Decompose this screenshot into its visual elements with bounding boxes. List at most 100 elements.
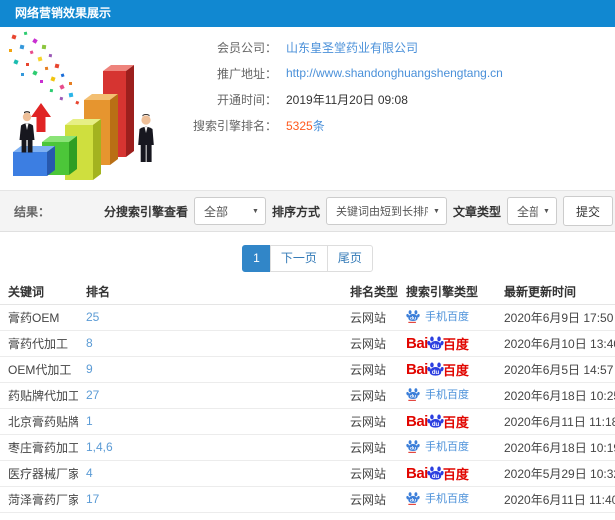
update-time-cell: 2020年6月18日 10:19 [496, 434, 615, 461]
engine-filter-label: 分搜索引擎查看 [103, 204, 188, 219]
app-header: 网络营销效果展示 [0, 0, 615, 27]
keyword-cell: OEM代加工 [0, 356, 78, 383]
engine-select[interactable]: 全部 ▼ [193, 197, 266, 225]
rank-type-cell: 云网站 [342, 486, 398, 513]
rank-link[interactable]: 27 [86, 388, 99, 402]
businessman-right [138, 113, 154, 162]
company-label: 会员公司： [216, 40, 277, 55]
results-table: 关键词 排名 排名类型 搜索引擎类型 最新更新时间 膏药OEM 25 云网站 d… [0, 279, 615, 513]
svg-text:du: du [410, 498, 416, 504]
growth-chart-illustration [0, 27, 185, 190]
baidu-paw-icon: du [427, 414, 444, 428]
article-type-label: 文章类型 [452, 204, 501, 219]
baidu-paw-icon: du [427, 362, 444, 376]
engine-type-cell: Bai du 百度 [398, 356, 496, 383]
promo-url-link[interactable]: http://www.shandonghuangshengtang.cn [286, 66, 503, 80]
header-rank: 排名 [78, 279, 342, 305]
engine-type-cell: du 手机百度 [398, 304, 496, 331]
svg-text:du: du [432, 370, 440, 376]
engine-type-cell: du 手机百度 [398, 486, 496, 513]
engine-type-cell: du 手机百度 [398, 434, 496, 461]
rank-link[interactable]: 9 [86, 362, 93, 376]
baidu-paw-icon: du [406, 440, 420, 453]
rank-type-cell: 云网站 [342, 304, 398, 331]
svg-text:du: du [432, 422, 440, 428]
mobile-baidu-label: 手机百度 [425, 311, 469, 323]
svg-text:du: du [410, 446, 416, 452]
open-time-label: 开通时间： [216, 92, 277, 107]
rank-link[interactable]: 4 [86, 466, 93, 480]
confetti-dots [9, 31, 80, 105]
rank-type-cell: 云网站 [342, 434, 398, 461]
rank-type-cell: 云网站 [342, 382, 398, 409]
chevron-down-icon: ▼ [543, 207, 550, 215]
rank-link[interactable]: 1 [86, 414, 93, 428]
rank-type-cell: 云网站 [342, 356, 398, 383]
keyword-cell: 医疗器械厂家 [0, 460, 78, 487]
update-time-cell: 2020年6月5日 14:57 [496, 356, 615, 383]
table-header-row: 关键词 排名 排名类型 搜索引擎类型 最新更新时间 [0, 279, 615, 305]
filter-controls: 分搜索引擎查看 全部 ▼ 排序方式 关键词由短到长排序 ▼ 文章类型 全部 ▼ … [103, 196, 613, 226]
info-row-open-time: 开通时间： 2019年11月20日 09:08 [185, 86, 615, 112]
baidu-paw-icon: du [406, 388, 420, 401]
engine-type-cell: Bai du 百度 [398, 460, 496, 487]
engine-type-cell: Bai du 百度 [398, 330, 496, 357]
table-row: 枣庄膏药加工 1,4,6 云网站 du 手机百度 2020年6月18日 10:1… [0, 434, 615, 461]
svg-text:du: du [432, 474, 440, 480]
page-button-next[interactable]: 下一页 [269, 245, 328, 272]
page-button-last[interactable]: 尾页 [326, 245, 373, 272]
baidu-logo: Bai du 百度 [406, 465, 469, 482]
sort-select[interactable]: 关键词由短到长排序 ▼ [325, 197, 447, 225]
mobile-baidu-badge: du 手机百度 [406, 386, 469, 402]
keyword-cell: 菏泽膏药厂家 [0, 486, 78, 513]
mobile-baidu-label: 手机百度 [425, 389, 469, 401]
info-row-company: 会员公司： 山东皇圣堂药业有限公司 [185, 34, 615, 60]
table-row: OEM代加工 9 云网站 Bai du 百度 2020年6月5日 14:57 [0, 356, 615, 383]
info-row-rank-count: 搜索引擎排名： 5325条 [185, 112, 615, 138]
update-time-cell: 2020年6月18日 10:25 [496, 382, 615, 409]
up-arrow-icon [31, 103, 51, 132]
baidu-logo: Bai du 百度 [406, 335, 469, 352]
growth-chart-image [9, 31, 154, 180]
keyword-cell: 药贴牌代加工 [0, 382, 78, 409]
table-row: 药贴牌代加工 27 云网站 du 手机百度 2020年6月18日 10:25 [0, 382, 615, 409]
header-rank-type: 排名类型 [342, 279, 398, 305]
chevron-down-icon: ▼ [252, 207, 259, 215]
rank-link[interactable]: 1,4,6 [86, 440, 113, 454]
table-row: 北京膏药贴牌 1 云网站 Bai du 百度 2020年6月11日 11:18 [0, 408, 615, 435]
header-keyword: 关键词 [0, 279, 78, 305]
results-table-body: 膏药OEM 25 云网站 du 手机百度 2020年6月9日 17:50 膏药代… [0, 304, 615, 513]
page-button-current[interactable]: 1 [242, 245, 271, 272]
rank-link[interactable]: 8 [86, 336, 93, 350]
mobile-baidu-label: 手机百度 [425, 441, 469, 453]
mobile-baidu-label: 手机百度 [425, 493, 469, 505]
table-row: 医疗器械厂家 4 云网站 Bai du 百度 2020年5月29日 10:32 [0, 460, 615, 487]
update-time-cell: 2020年5月29日 10:32 [496, 460, 615, 487]
rank-count-number: 5325 [286, 118, 313, 133]
baidu-logo: Bai du 百度 [406, 413, 469, 430]
filter-bar: 结果： 分搜索引擎查看 全部 ▼ 排序方式 关键词由短到长排序 ▼ 文章类型 全… [0, 190, 615, 232]
company-link[interactable]: 山东皇圣堂药业有限公司 [286, 39, 418, 56]
svg-text:du: du [432, 344, 440, 350]
rank-count-label: 搜索引擎排名： [192, 118, 277, 133]
member-info-panel: 会员公司： 山东皇圣堂药业有限公司 推广地址： http://www.shand… [185, 27, 615, 190]
keyword-cell: 北京膏药贴牌 [0, 408, 78, 435]
promo-url-label: 推广地址： [216, 66, 277, 81]
engine-type-cell: du 手机百度 [398, 382, 496, 409]
rank-type-cell: 云网站 [342, 460, 398, 487]
rank-link[interactable]: 25 [86, 310, 99, 324]
update-time-cell: 2020年6月11日 11:18 [496, 408, 615, 435]
bar-blue [13, 146, 55, 176]
open-time-value: 2019年11月20日 09:08 [286, 92, 408, 107]
rank-link[interactable]: 17 [86, 492, 99, 506]
submit-button[interactable]: 提交 [562, 196, 613, 226]
mobile-baidu-badge: du 手机百度 [406, 438, 469, 454]
table-row: 膏药OEM 25 云网站 du 手机百度 2020年6月9日 17:50 [0, 304, 615, 331]
mobile-baidu-badge: du 手机百度 [406, 308, 469, 324]
engine-type-cell: Bai du 百度 [398, 408, 496, 435]
keyword-cell: 膏药OEM [0, 304, 78, 331]
baidu-paw-icon: du [406, 492, 420, 505]
article-type-select[interactable]: 全部 ▼ [506, 197, 557, 225]
update-time-cell: 2020年6月11日 11:40 [496, 486, 615, 513]
mobile-baidu-badge: du 手机百度 [406, 490, 469, 506]
